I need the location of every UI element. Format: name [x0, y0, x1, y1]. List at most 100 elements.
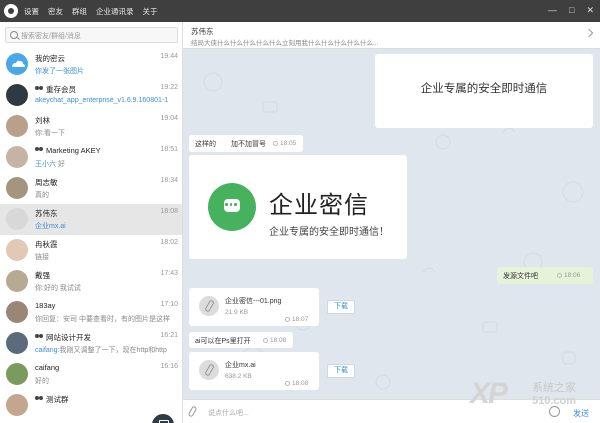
conversation-item[interactable]: 刘林你:看一下 19:04 [0, 111, 182, 142]
conversation-item[interactable]: 网站设计开发 caifang:我刚又调整了一下，现在http和http 16:21 [0, 328, 182, 359]
download-button[interactable]: 下载 [327, 364, 355, 378]
conversation-time: 19:44 [160, 53, 178, 60]
conversation-list: 我的密云你发了一张图片 19:44 重存会员 akeychat_app_enterpr… [0, 49, 182, 421]
conversation-sidebar: 搜索密友/群组/消息 我的密云你发了一张图片 19:44 重存会员 akeychat_… [0, 22, 183, 423]
clock-icon [557, 273, 562, 278]
watermark-text: 系统之家 [532, 382, 576, 394]
logo-slogan: 企业专属的安全即时通信！ [269, 227, 389, 238]
image-message-banner[interactable]: 企业专属的安全即时通信 [375, 54, 593, 128]
download-button[interactable]: 下载 [327, 300, 355, 314]
message-text: ai可以在Ps里打开 [195, 338, 251, 345]
conversation-time: 18:08 [160, 208, 178, 215]
conversation-item[interactable]: 冉秋霞 链接 18:02 [0, 235, 182, 266]
file-size: 638.2 KB [225, 373, 252, 380]
chat-subtitle: 结局大侠什么什么什么什么什么立刻用我什么什么什么什么什么... [191, 40, 379, 47]
menu-settings[interactable]: 设置 [24, 6, 39, 17]
conversation-name: 网站设计开发 [35, 332, 91, 343]
conversation-name: 测试群 [35, 394, 69, 405]
avatar [6, 53, 28, 75]
avatar [6, 332, 28, 354]
conversation-time: 18:51 [160, 146, 178, 153]
maximize-icon[interactable]: □ [569, 5, 574, 16]
clock-icon [263, 338, 268, 343]
logo-dots [224, 203, 238, 206]
conversation-time: 18:02 [160, 239, 178, 246]
group-icon [35, 86, 43, 92]
chat-panel: 苏伟东 结局大侠什么什么什么什么什么立刻用我什么什么什么什么什么... 企业专属… [183, 22, 600, 423]
avatar [6, 208, 28, 230]
group-icon [35, 147, 43, 153]
conversation-time: 19:22 [160, 84, 178, 91]
conversation-name: 我的密云 [35, 54, 65, 63]
image-message-logo[interactable]: 企业密信 企业专属的安全即时通信！ [189, 155, 407, 259]
text-message: ai可以在Ps里打开 18:08 [189, 332, 293, 348]
conversation-name: 重存会员 [35, 84, 76, 95]
clock-icon [273, 141, 278, 146]
avatar [6, 84, 28, 106]
paperclip-icon [199, 360, 219, 380]
chevron-right-icon[interactable] [584, 28, 594, 38]
watermark-brand: XP [470, 377, 508, 410]
menu-friends[interactable]: 密友 [48, 6, 63, 17]
message-time: 18:08 [285, 380, 308, 387]
conversation-item[interactable]: caifang 好的 16:16 [0, 359, 182, 390]
conversation-item[interactable]: Marketing AKEY 王小六 好 18:51 [0, 142, 182, 173]
conversation-time: 16:16 [160, 363, 178, 370]
conversation-item[interactable]: 戴强 你:好的 我试试 17:43 [0, 266, 182, 297]
clock-icon [285, 381, 290, 386]
conversation-item[interactable]: 周志敏 真的 18:34 [0, 173, 182, 204]
message-time: 18:08 [263, 337, 286, 344]
conversation-item[interactable]: 我的密云你发了一张图片 19:44 [0, 49, 182, 80]
menu-about[interactable]: 关于 [143, 6, 158, 17]
main-menu: 设置 密友 群组 企业通讯录 关于 [24, 6, 158, 17]
conversation-preview: 你:好的 我试试 [35, 285, 81, 292]
conversation-item[interactable]: 重存会员 akeychat_app_enterprise_v1.6.9.16080… [0, 80, 182, 111]
conversation-name: 刘林 [35, 116, 50, 125]
logo-chat-icon [208, 183, 256, 231]
avatar [6, 239, 28, 261]
minimize-icon[interactable]: — [548, 5, 557, 16]
conversation-preview: akeychat_app_enterprise_v1.6.9.160801-1 [35, 97, 169, 104]
search-icon [10, 31, 18, 39]
window-controls: — □ ✕ [548, 5, 594, 16]
conversation-preview: 王小六 好 [35, 161, 65, 168]
conversation-name: 戴强 [35, 271, 50, 280]
outgoing-message: 发源文件吧 18:06 [497, 267, 593, 284]
chat-header: 苏伟东 结局大侠什么什么什么什么什么立刻用我什么什么什么什么什么... [183, 22, 600, 49]
message-text: 发源文件吧 [503, 273, 538, 280]
conversation-preview: 你发了一张图片 [35, 68, 84, 75]
attach-icon[interactable] [187, 405, 198, 418]
title-bar: 设置 密友 群组 企业通讯录 关于 — □ ✕ [0, 0, 600, 22]
message-time: 18:07 [285, 316, 308, 323]
file-message[interactable]: 企业mx.ai 638.2 KB 18:08 [189, 352, 319, 390]
avatar [6, 301, 28, 323]
banner-text: 企业专属的安全即时通信 [420, 83, 548, 95]
menu-contacts[interactable]: 企业通讯录 [96, 6, 134, 17]
file-name: 企业密信---01.png [225, 298, 282, 305]
file-message[interactable]: 企业密信---01.png 21.9 KB 18:07 [189, 288, 319, 326]
conversation-preview: 你:看一下 [35, 130, 65, 137]
conversation-name: 183ay [35, 301, 56, 310]
conversation-item[interactable]: 苏伟东 企业mx.ai 18:08 [0, 204, 182, 235]
search-placeholder: 搜索密友/群组/消息 [21, 33, 81, 40]
conversation-time: 19:04 [160, 115, 178, 122]
avatar [6, 270, 28, 292]
avatar [6, 177, 28, 199]
message-input[interactable]: 说点什么吧... [208, 408, 249, 418]
message-time: 18:06 [557, 272, 580, 279]
message-text: 加不加冒号 [231, 141, 266, 148]
conversation-name: 冉秋霞 [35, 240, 58, 249]
search-input[interactable]: 搜索密友/群组/消息 [5, 27, 178, 43]
group-icon [35, 334, 43, 340]
conversation-time: 16:21 [160, 332, 178, 339]
clock-icon [285, 317, 290, 322]
close-icon[interactable]: ✕ [586, 5, 594, 16]
conversation-preview: 好的 [35, 378, 49, 385]
logo-wordmark: 企业密信 [269, 192, 369, 219]
conversation-item[interactable]: 183ay 你回复：安司 中要查看时，有的图片是这样 17:10 [0, 297, 182, 328]
menu-groups[interactable]: 群组 [72, 6, 87, 17]
conversation-name: caifang [35, 363, 60, 372]
watermark-number: 510.com [532, 395, 577, 407]
avatar [6, 146, 28, 168]
message-time: 18:05 [273, 140, 296, 147]
